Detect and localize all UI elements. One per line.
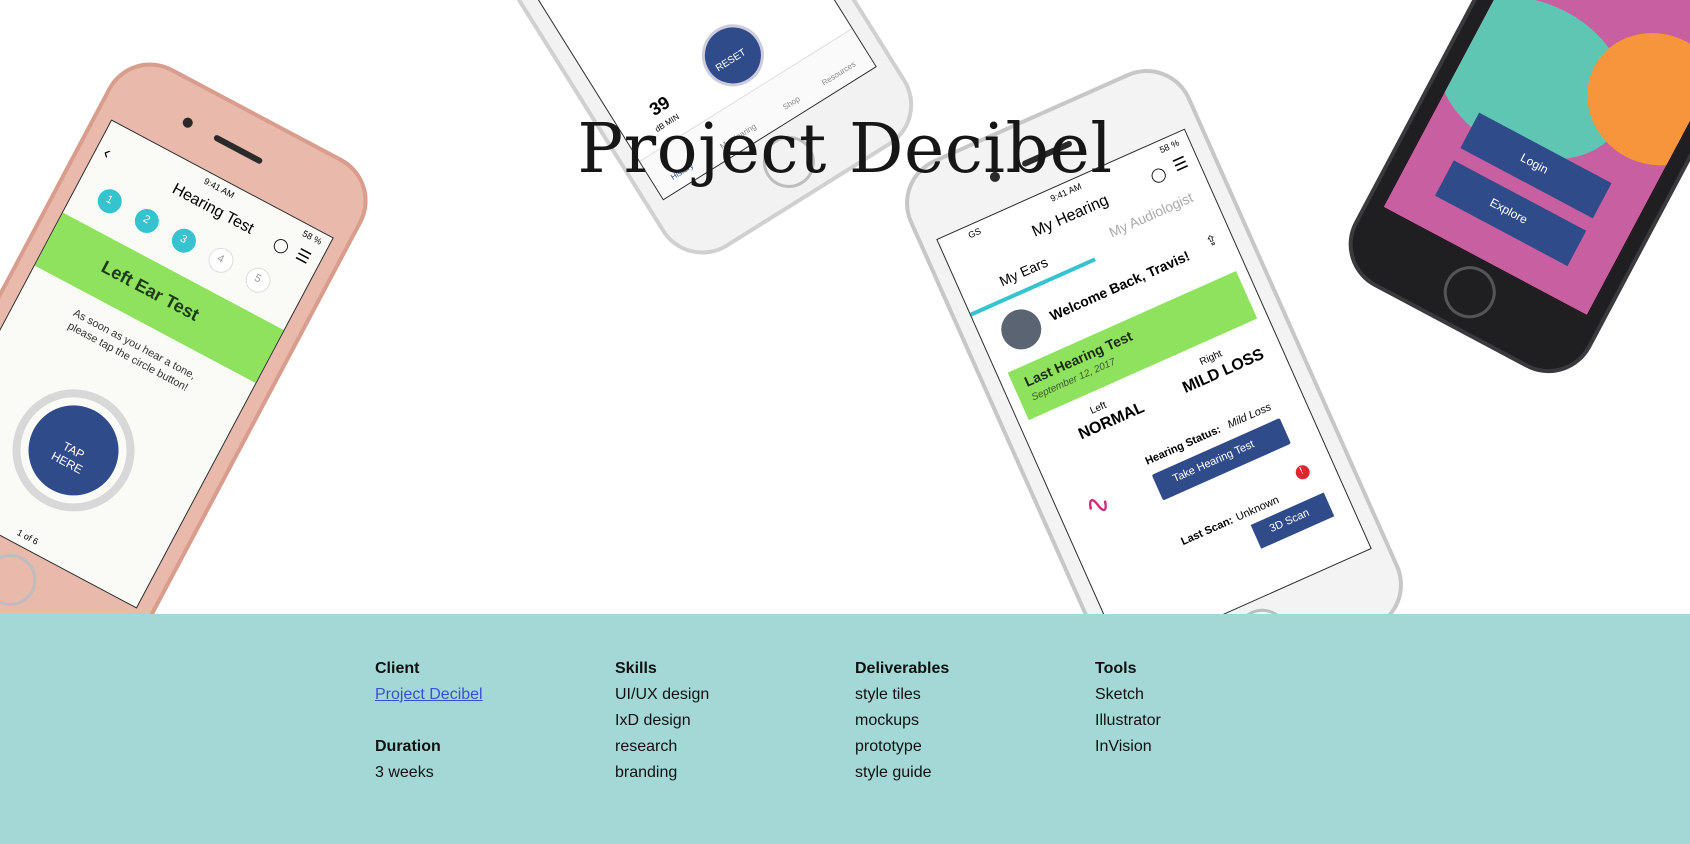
scan-label: Last Scan: <box>1179 514 1236 549</box>
right-value: MILD LOSS <box>1180 345 1267 397</box>
duration-value: 3 weeks <box>375 764 434 781</box>
screen-title: My Hearing <box>1029 191 1112 241</box>
tool-item: InVision <box>1095 738 1152 755</box>
tool-item: Illustrator <box>1095 712 1161 729</box>
tab-my-audiologist[interactable]: My Audiologist <box>1106 189 1195 240</box>
skills-column: Skills UI/UX design IxD design research … <box>615 656 709 786</box>
tool-item: Sketch <box>1095 686 1144 703</box>
carrier-label: GS <box>966 225 983 241</box>
page-title: Project Decibel <box>577 110 1113 189</box>
home-button <box>1434 257 1505 328</box>
nav-resources[interactable]: Resources <box>820 60 857 88</box>
deliverable-item: style guide <box>855 764 932 781</box>
skill-item: UI/UX design <box>615 686 710 703</box>
pager-text: 1 of 6 <box>15 527 41 547</box>
project-info-section: Client Project Decibel Duration 3 weeks … <box>0 614 1690 844</box>
deliverables-heading: Deliverables <box>855 660 950 677</box>
phone-screen: 9:41 AM 58 % ‹ Hearing Test ◯ ☰ 1 2 3 4 … <box>0 119 334 609</box>
deliverable-item: style tiles <box>855 686 921 703</box>
phone-mockup-login: Login Explore <box>1331 0 1690 391</box>
deliverable-item: mockups <box>855 712 920 729</box>
deliverables-column: Deliverables style tiles mockups prototy… <box>855 656 949 786</box>
chat-icon[interactable]: ◯ <box>270 234 292 256</box>
client-link[interactable]: Project Decibel <box>375 682 483 708</box>
duration-heading: Duration <box>375 738 441 755</box>
skills-heading: Skills <box>615 660 657 677</box>
client-column: Client Project Decibel Duration 3 weeks <box>375 656 483 786</box>
phone-screen: GS 9:41 AM 58 % My Hearing ◯ ☰ My Ears M… <box>936 128 1372 614</box>
tools-heading: Tools <box>1095 660 1137 677</box>
client-heading: Client <box>375 660 420 677</box>
hero-section: 9:41 AM 58 % ‹ Hearing Test ◯ ☰ 1 2 3 4 … <box>0 0 1690 614</box>
skill-item: research <box>615 738 678 755</box>
battery-indicator: 58 % <box>300 228 324 247</box>
left-value: NORMAL <box>1075 399 1148 444</box>
menu-icon[interactable]: ☰ <box>292 244 314 268</box>
skill-item: branding <box>615 764 678 781</box>
deliverable-item: prototype <box>855 738 922 755</box>
soundwave-icon: ∿ <box>1079 484 1117 526</box>
tools-column: Tools Sketch Illustrator InVision <box>1095 656 1161 760</box>
tap-button[interactable]: TAP HERE <box>0 367 157 533</box>
avatar <box>994 303 1048 356</box>
skill-item: IxD design <box>615 712 691 729</box>
share-icon[interactable]: ⇪ <box>1203 231 1221 251</box>
